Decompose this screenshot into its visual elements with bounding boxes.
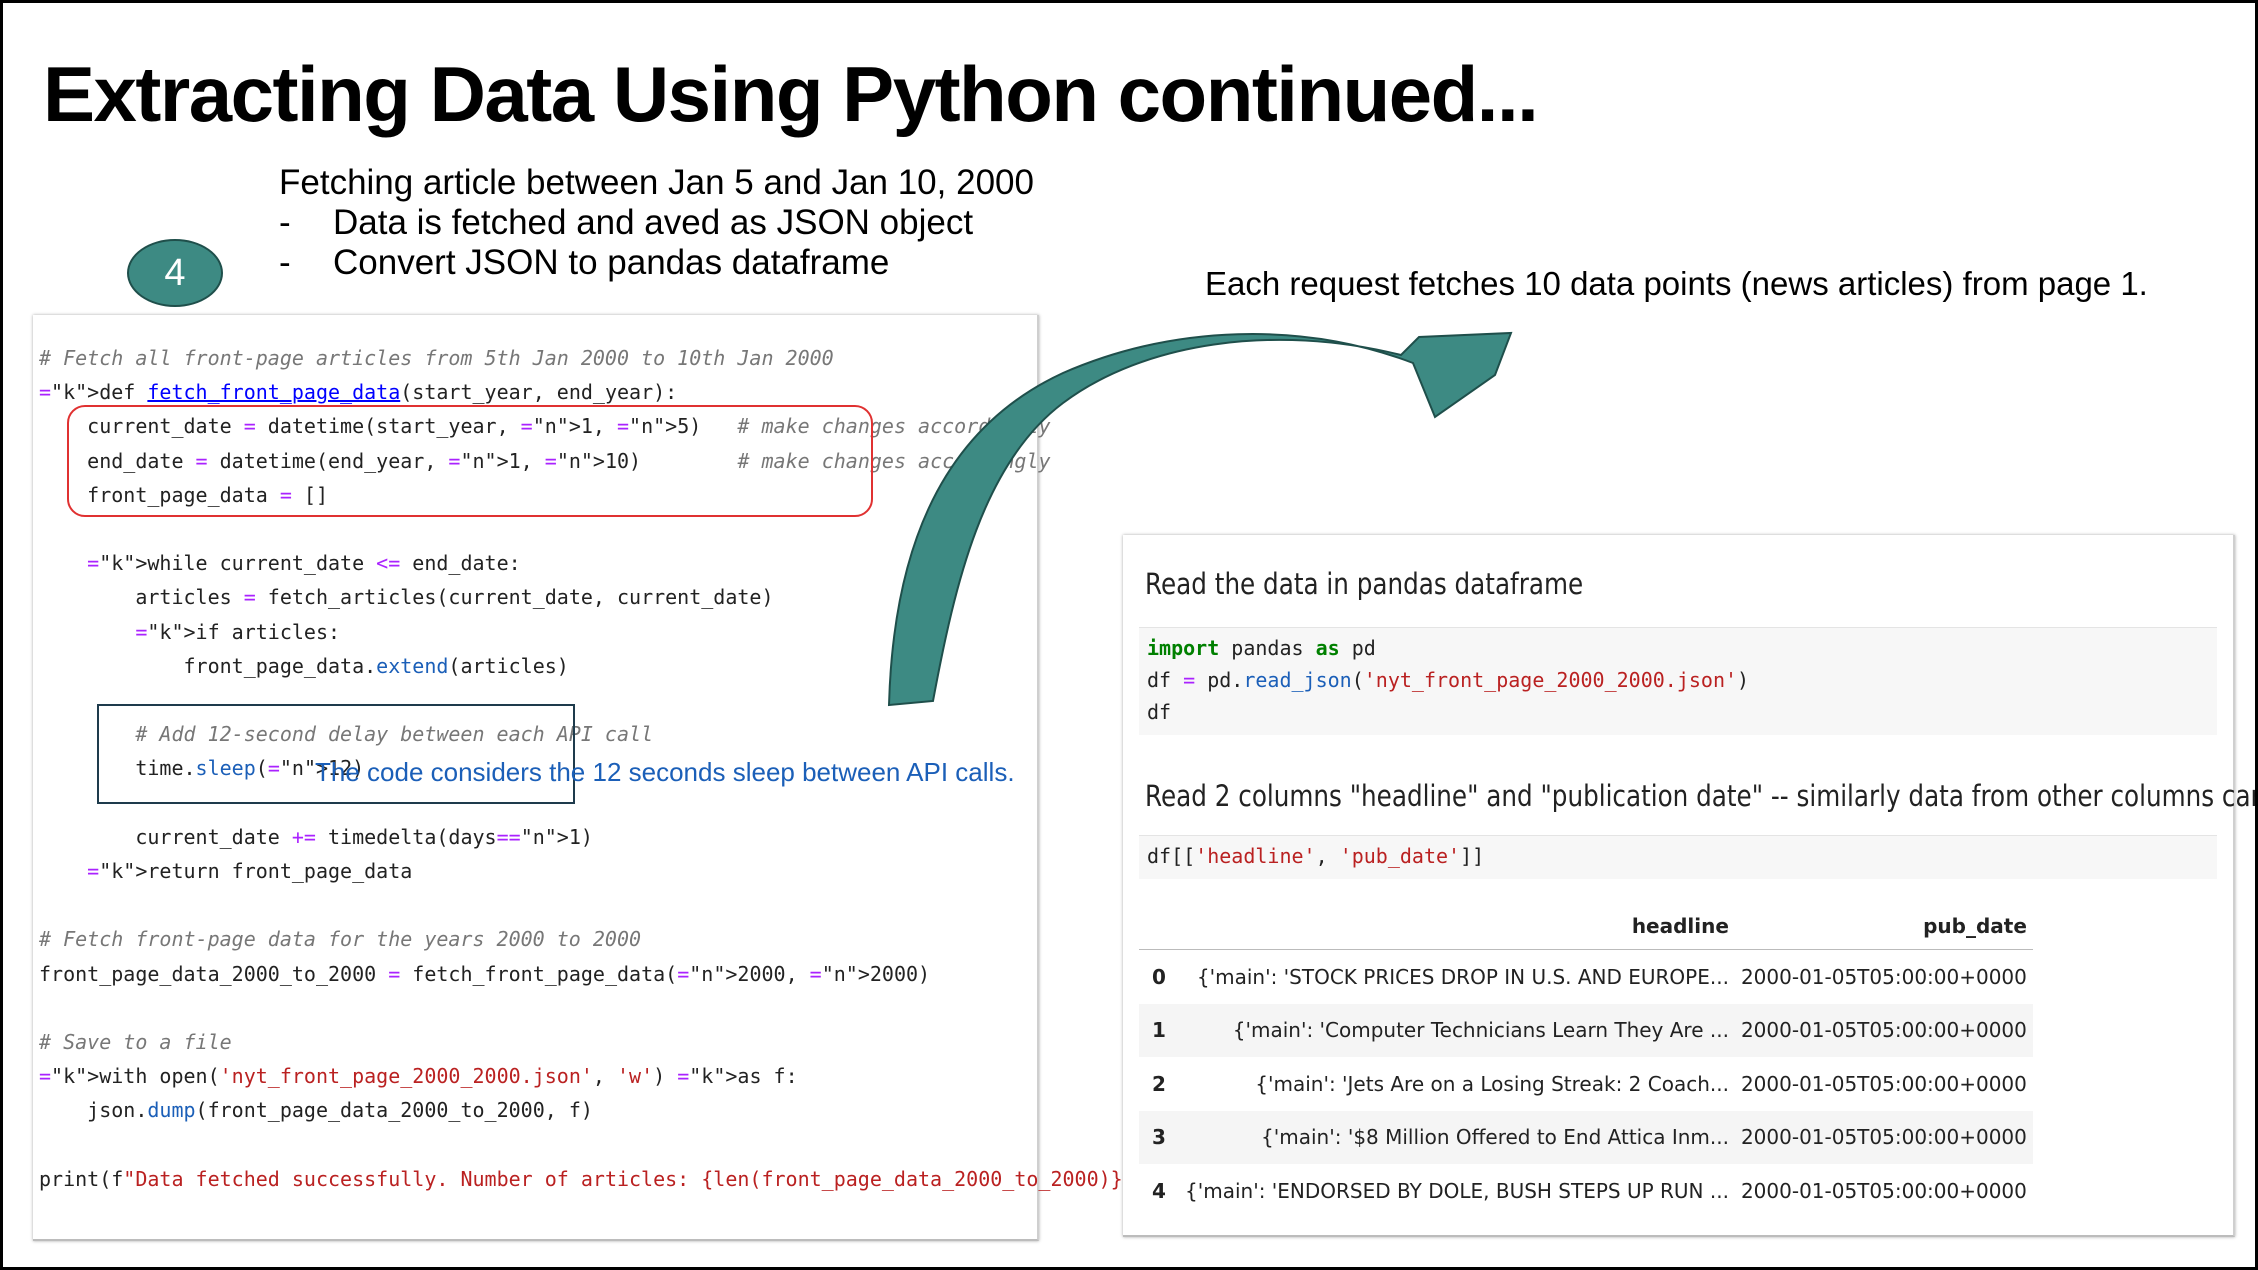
slide: Extracting Data Using Python continued..… — [0, 0, 2258, 1270]
curved-arrow-icon — [887, 331, 1513, 707]
arrow-shape — [887, 331, 1513, 707]
